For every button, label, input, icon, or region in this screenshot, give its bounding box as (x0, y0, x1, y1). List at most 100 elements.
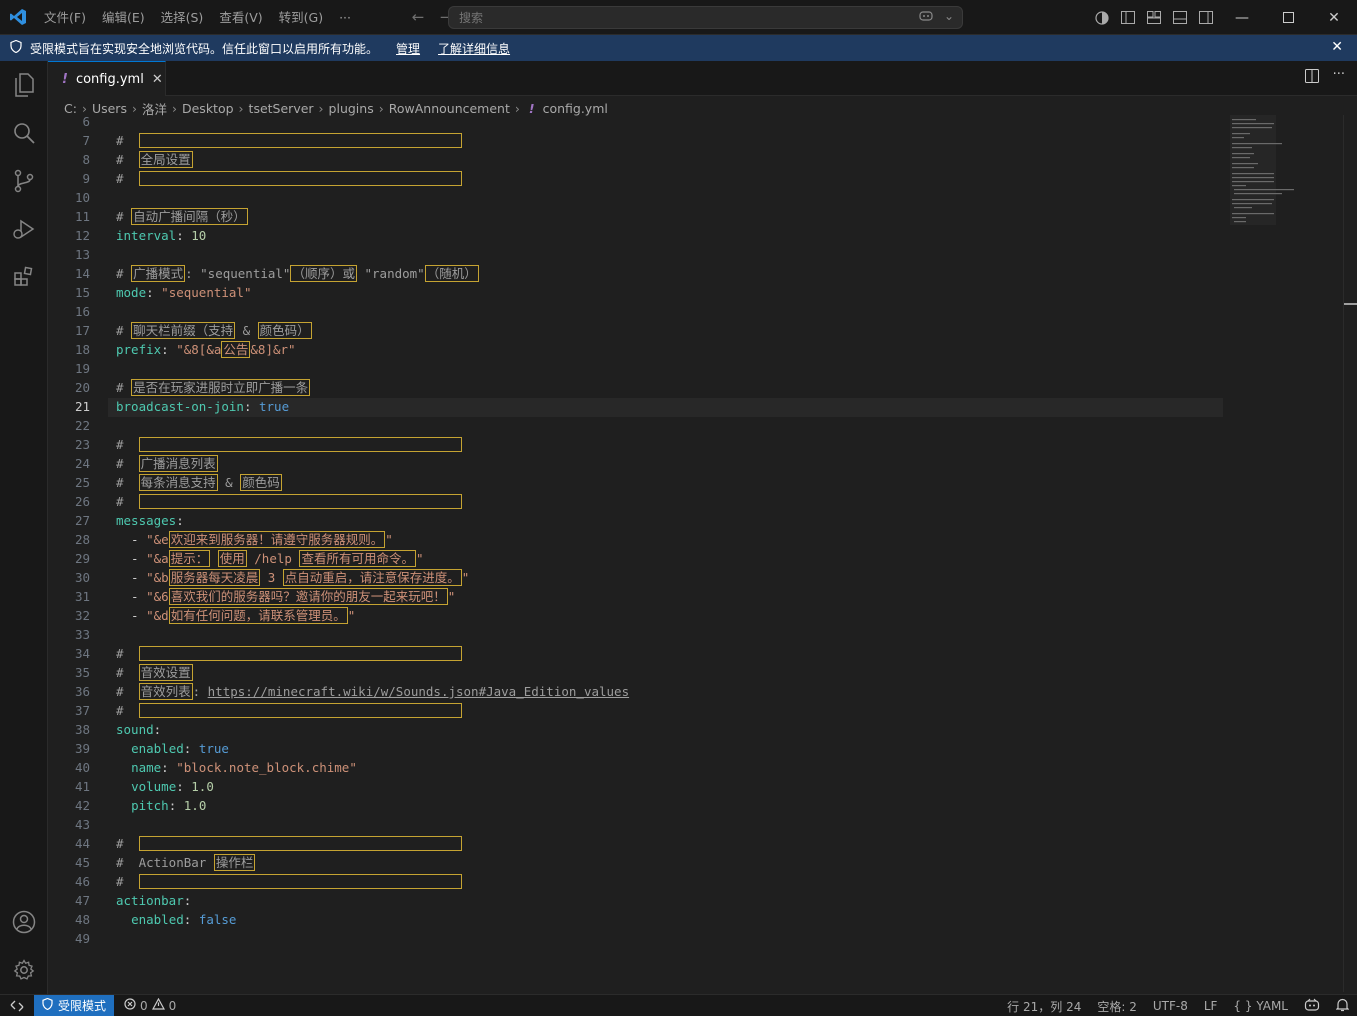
split-editor-icon[interactable] (1304, 69, 1319, 87)
line-number: 6 (82, 114, 90, 129)
line-number: 23 (74, 437, 90, 452)
source-control-icon[interactable] (0, 157, 48, 205)
title-bar: 文件(F) 编辑(E) 选择(S) 查看(V) 转到(G) ··· ← → ⌄ (0, 0, 1357, 35)
code-line-24: # 广播消息列表 (116, 455, 218, 472)
line-number: 12 (74, 228, 90, 243)
line-number: 30 (74, 570, 90, 585)
back-arrow-icon[interactable]: ← (407, 6, 429, 28)
tab-config-yml[interactable]: ! config.yml ✕ (48, 61, 166, 96)
banner-learn-more-link[interactable]: 了解详细信息 (438, 40, 510, 57)
code-line-39: enabled: true (131, 741, 229, 756)
toggle-panel-icon[interactable] (1167, 0, 1193, 35)
code-line-40: name: "block.note_block.chime" (131, 760, 357, 775)
code-line-20: # 是否在玩家进服时立即广播一条 (116, 379, 311, 396)
more-actions-icon[interactable]: ··· (1333, 68, 1345, 87)
code-line-8: # 全局设置 (116, 151, 193, 168)
menu-view[interactable]: 查看(V) (211, 0, 270, 35)
menu-file[interactable]: 文件(F) (36, 0, 94, 35)
search-icon[interactable] (0, 109, 48, 157)
close-window-icon[interactable]: ✕ (1311, 0, 1357, 35)
code-line-23: # (116, 435, 462, 454)
menu-selection[interactable]: 选择(S) (153, 0, 212, 35)
toggle-primary-sidebar-icon[interactable] (1115, 0, 1141, 35)
close-banner-icon[interactable]: ✕ (1331, 39, 1343, 55)
breadcrumb-item[interactable]: tsetServer (249, 101, 314, 116)
breadcrumb-item[interactable]: Desktop (182, 101, 234, 116)
line-number: 35 (74, 665, 90, 680)
code-line-41: volume: 1.0 (131, 779, 214, 794)
breadcrumb-item[interactable]: RowAnnouncement (389, 101, 510, 116)
remote-indicator-icon[interactable] (0, 995, 34, 1016)
extensions-icon[interactable] (0, 253, 48, 301)
code-line-11: # 自动广播间隔（秒） (116, 208, 248, 225)
line-number: 33 (74, 627, 90, 642)
restricted-mode-banner: 受限模式旨在实现安全地浏览代码。信任此窗口以启用所有功能。 管理 了解详细信息 … (0, 35, 1357, 61)
end-of-line[interactable]: LF (1196, 999, 1226, 1013)
encoding[interactable]: UTF-8 (1145, 999, 1196, 1013)
explorer-icon[interactable] (0, 61, 48, 109)
error-count: 0 (140, 998, 148, 1013)
maximize-icon[interactable] (1265, 0, 1311, 35)
code-line-47: actionbar: (116, 893, 192, 908)
menu-go[interactable]: 转到(G) (271, 0, 331, 35)
line-number: 32 (74, 608, 90, 623)
language-label: YAML (1256, 999, 1288, 1013)
yaml-file-icon: ! (62, 71, 68, 87)
code-editor[interactable]: 6 7 8 9 10 11 12 13 14 15 16 17 18 19 20 21 22 23 24 25 26 27… (48, 114, 1230, 992)
line-number: 34 (74, 646, 90, 661)
warning-count: 0 (168, 998, 177, 1013)
breadcrumb-item[interactable]: plugins (329, 101, 374, 116)
indentation[interactable]: 空格: 2 (1089, 998, 1145, 1015)
code-line-21: broadcast-on-join: true (116, 399, 290, 414)
copilot-icon[interactable] (918, 9, 934, 26)
breadcrumb-item[interactable]: Users (92, 101, 127, 116)
line-number: 37 (74, 703, 90, 718)
notifications-bell-icon[interactable] (1328, 998, 1357, 1015)
problems-indicator[interactable]: 0 0 (124, 997, 177, 1013)
code-line-31: - "&6 喜欢我们的服务器吗？邀请你的朋友一起来玩吧！ " (116, 588, 456, 605)
line-number: 18 (74, 342, 90, 357)
chevron-right-icon: › (131, 100, 137, 116)
line-number: 38 (74, 722, 90, 737)
minimize-icon[interactable]: — (1219, 0, 1265, 35)
line-number: 10 (74, 190, 90, 205)
restricted-mode-status[interactable]: 受限模式 (34, 994, 115, 1016)
line-number: 46 (74, 874, 90, 889)
vertical-scrollbar[interactable] (1343, 115, 1357, 992)
braces-icon: { } (1233, 999, 1253, 1013)
chevron-right-icon: › (514, 100, 520, 116)
menu-more[interactable]: ··· (331, 0, 359, 35)
restricted-mode-label: 受限模式 (58, 999, 107, 1013)
language-mode[interactable]: { } YAML (1225, 999, 1296, 1013)
manage-gear-icon[interactable] (0, 946, 48, 994)
copilot-status-icon[interactable] (1296, 998, 1328, 1015)
line-number: 24 (74, 456, 90, 471)
command-center-search[interactable]: ⌄ (448, 6, 963, 29)
line-number: 8 (82, 152, 90, 167)
close-tab-icon[interactable]: ✕ (152, 72, 163, 87)
minimap[interactable] (1230, 115, 1310, 225)
toggle-secondary-sidebar-icon[interactable] (1193, 0, 1219, 35)
line-number: 21 (74, 399, 90, 414)
search-input[interactable] (459, 10, 879, 25)
menu-edit[interactable]: 编辑(E) (94, 0, 153, 35)
line-number: 41 (74, 779, 90, 794)
line-number: 40 (74, 760, 90, 775)
breadcrumb-file[interactable]: config.yml (543, 101, 608, 116)
yaml-file-icon: ! (528, 100, 535, 116)
sounds-wiki-link[interactable]: https://minecraft.wiki/w/Sounds.json#Jav… (208, 684, 629, 699)
cursor-position[interactable]: 行 21，列 24 (999, 998, 1089, 1015)
accounts-theme-icon[interactable] (1089, 0, 1115, 35)
code-line-14: # 广播模式: "sequential" （顺序）或 "random" （随机） (116, 265, 479, 282)
chevron-down-icon[interactable]: ⌄ (944, 9, 954, 26)
banner-manage-link[interactable]: 管理 (396, 40, 420, 57)
accounts-icon[interactable] (0, 898, 48, 946)
chevron-right-icon: › (171, 100, 177, 116)
code-line-9: # (116, 169, 462, 188)
customize-layout-icon[interactable] (1141, 0, 1167, 35)
run-debug-icon[interactable] (0, 205, 48, 253)
line-number: 47 (74, 893, 90, 908)
chevron-right-icon: › (378, 100, 384, 116)
line-number: 39 (74, 741, 90, 756)
line-number: 15 (74, 285, 90, 300)
